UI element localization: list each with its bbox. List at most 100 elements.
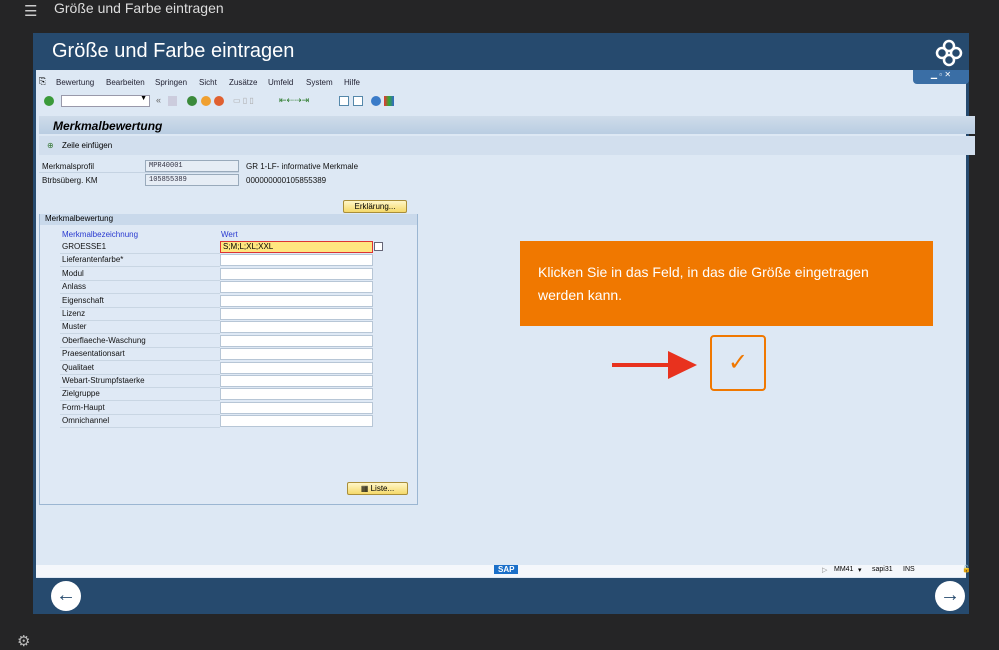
new-session-icon[interactable] [339, 96, 349, 106]
characteristic-value-input[interactable] [220, 388, 373, 401]
row-divider [60, 427, 220, 429]
row-divider [60, 253, 220, 254]
arrow-icon [612, 363, 674, 367]
next-button[interactable]: → [935, 581, 965, 611]
characteristic-name: Qualitaet [62, 362, 95, 372]
menu-sicht[interactable]: Sicht [199, 78, 217, 87]
insert-row-button[interactable]: Zeile einfügen [62, 141, 112, 150]
characteristic-name: Zielgruppe [62, 389, 100, 399]
characteristic-name: GROESSE1 [62, 242, 107, 251]
menu-zusaetze[interactable]: Zusätze [229, 78, 257, 87]
characteristic-value-input[interactable] [220, 308, 373, 320]
save-icon[interactable] [168, 96, 177, 106]
group-title: Merkmalbewertung [40, 214, 417, 225]
characteristic-value-input[interactable] [220, 294, 373, 307]
characteristic-value-input[interactable] [220, 334, 373, 347]
app-toolbar: ⊕ Zeile einfügen [39, 136, 975, 155]
characteristic-name: Form-Haupt [62, 402, 105, 412]
characteristic-name: Praesentationsart [62, 349, 125, 359]
field-label: Btrbsüberg. KM [42, 176, 98, 185]
row-divider [60, 320, 220, 321]
row-divider [60, 387, 220, 388]
command-field[interactable]: ▼ [61, 95, 150, 107]
cancel-icon[interactable] [214, 96, 224, 106]
back-button[interactable]: ← [51, 581, 81, 611]
back-double-icon[interactable]: « [156, 95, 161, 105]
divider [39, 172, 239, 173]
transaction-code[interactable]: MM41 [834, 566, 853, 573]
row-divider [60, 333, 220, 335]
characteristic-value-input[interactable]: S;M;L;XL;XXL [220, 241, 373, 253]
row-divider [60, 360, 220, 362]
status-toggle-icon[interactable]: ▷ [822, 566, 827, 574]
characteristic-value-input[interactable] [220, 401, 373, 414]
characteristic-value-input[interactable] [220, 348, 373, 361]
exit-icon[interactable] [201, 96, 211, 106]
row-divider [60, 346, 220, 348]
menu-bewertung[interactable]: Bewertung [56, 78, 94, 87]
characteristic-name: Modul [62, 268, 84, 278]
menu-springen[interactable]: Springen [155, 78, 187, 87]
characteristic-value-input[interactable] [220, 254, 373, 267]
menu-bearbeiten[interactable]: Bearbeiten [106, 78, 145, 87]
window-controls[interactable]: ▁ ▫ ✕ [913, 70, 969, 84]
menu-icon[interactable]: ☰ [24, 2, 38, 20]
server-name: sapi31 [872, 566, 893, 573]
insert-row-icon[interactable]: ⊕ [47, 141, 54, 150]
row-divider [60, 400, 220, 402]
logo-icon [934, 38, 964, 68]
list-button-label: Liste... [370, 484, 395, 493]
row-divider [60, 373, 220, 375]
characteristic-name: Anlass [62, 282, 87, 292]
field-desc: 000000000105855389 [246, 176, 327, 185]
explain-button[interactable]: Erklärung... [343, 200, 407, 213]
characteristic-value-input[interactable] [220, 361, 373, 374]
characteristic-name: Omnichannel [62, 416, 110, 426]
characteristic-name: Lizenz [62, 309, 86, 318]
shortcut-icon[interactable] [353, 96, 363, 106]
column-header-value: Wert [221, 230, 238, 239]
back-icon[interactable] [187, 96, 197, 106]
status-bar: SAP ▷ MM41 ▾ sapi31 INS 🔓 [36, 565, 971, 577]
menu-hilfe[interactable]: Hilfe [344, 78, 360, 87]
characteristic-name: Oberflaeche-Waschung [62, 335, 146, 345]
row-divider [60, 293, 220, 295]
menu-system[interactable]: System [306, 78, 333, 87]
menu-icon[interactable]: ⎘ [39, 76, 46, 87]
list-button[interactable]: ▦ Liste... [347, 482, 408, 495]
characteristic-name: Webart-Strumpfstaerke [62, 376, 145, 385]
list-icon: ▦ [360, 484, 371, 493]
settings-icon[interactable]: ⚙ [17, 632, 30, 650]
print-icon[interactable]: ▭ ▯ ▯ [233, 96, 273, 106]
page-nav-icons[interactable]: ⇤⇠⇢⇥ [279, 95, 331, 106]
sap-logo: SAP [494, 565, 519, 574]
arrow-head-icon [668, 351, 697, 379]
instruction-box: Klicken Sie in das Feld, in das die Größ… [520, 241, 933, 326]
row-divider [60, 306, 220, 308]
menu-umfeld[interactable]: Umfeld [268, 78, 293, 87]
column-header-name: Merkmalbezeichnung [62, 230, 139, 239]
layout-icon[interactable] [384, 96, 394, 106]
characteristic-name: Muster [62, 322, 87, 332]
characteristic-value-input[interactable] [220, 415, 373, 428]
lock-icon[interactable]: 🔓 [962, 565, 971, 573]
characteristic-value-input[interactable] [220, 267, 373, 280]
material-field: 105855389 [145, 174, 239, 186]
field-desc: GR 1-LF- informative Merkmale [246, 162, 359, 171]
enter-icon[interactable] [44, 96, 54, 106]
screen-title: Merkmalbewertung [39, 116, 975, 134]
characteristic-name: Eigenschaft [62, 295, 104, 305]
check-icon[interactable]: ✓ [710, 335, 766, 391]
characteristic-value-input[interactable] [220, 321, 373, 334]
characteristic-value-input[interactable] [220, 281, 373, 294]
characteristic-name: Lieferantenfarbe* [62, 255, 124, 265]
field-label: Merkmalsprofil [42, 162, 95, 171]
help-icon[interactable] [371, 96, 381, 106]
app-title: Größe und Farbe eintragen [54, 0, 224, 16]
row-divider [60, 266, 220, 268]
profile-field: MPR40001 [145, 160, 239, 172]
characteristic-value-input[interactable] [220, 375, 373, 387]
dropdown-icon[interactable]: ▾ [858, 566, 862, 574]
input-mode[interactable]: INS [903, 566, 915, 573]
multi-value-icon[interactable] [374, 242, 383, 251]
